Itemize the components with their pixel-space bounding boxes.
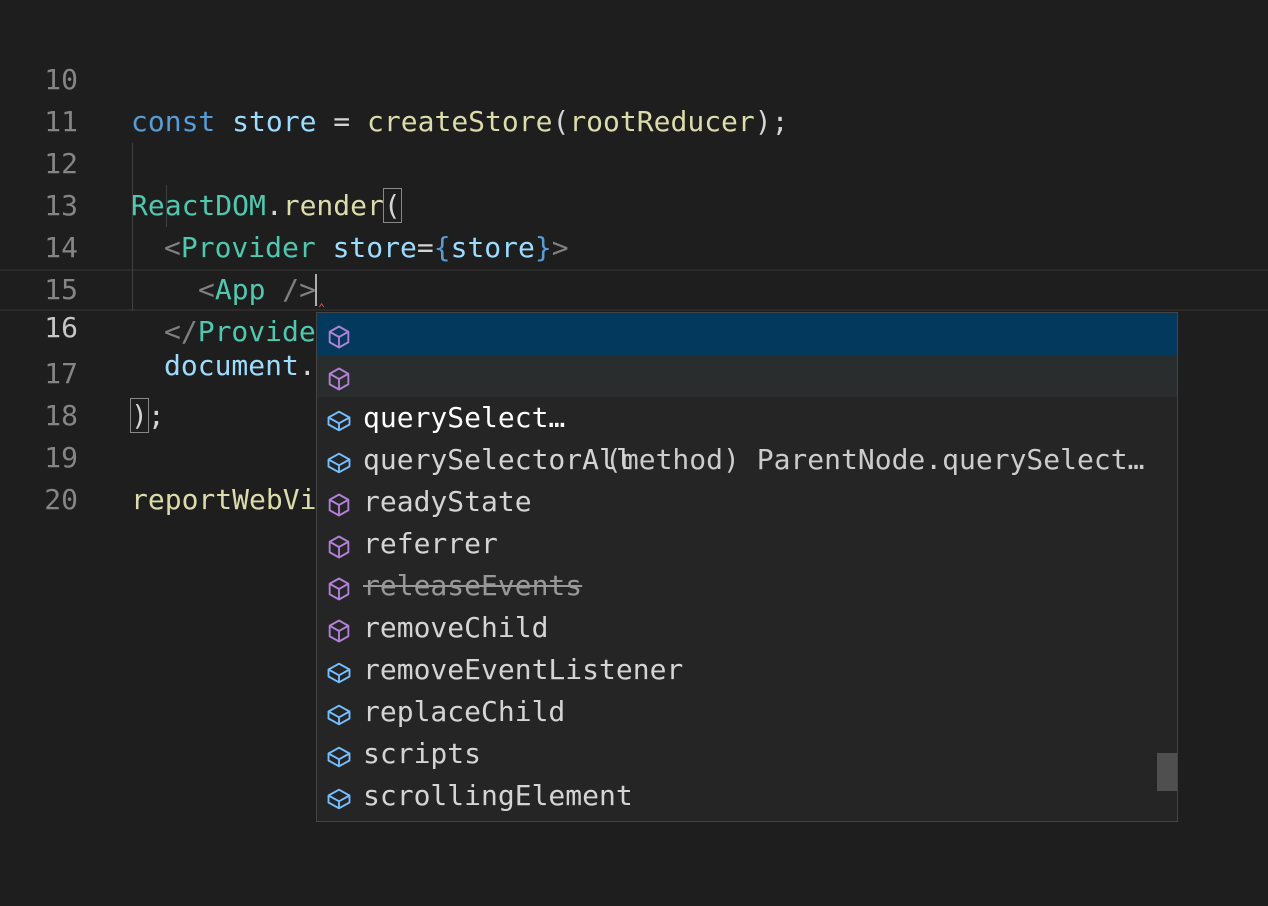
property-icon [325,699,353,727]
code-line[interactable]: 13 <Provider store={store}> [0,143,1268,264]
method-icon [325,321,353,349]
suggestion-item[interactable]: querySelect… (method) ParentNode.querySe… [317,313,1177,476]
property-icon [325,657,353,685]
suggestion-label: styleSheets [363,817,548,821]
function-name: reportWebVi [131,483,317,516]
indent-guide [166,185,167,227]
suggestion-item[interactable]: removeEventListener [317,565,1177,686]
property-icon [325,741,353,769]
code-line[interactable]: 12 ReactDOM.render( [0,101,1268,223]
line-number-fragment: ‾ [60,0,74,5]
indent-guide [132,143,133,311]
line-number: 20 [44,483,78,516]
method-icon [325,615,353,643]
suggestion-item[interactable]: releaseEvents [317,481,1177,602]
text-cursor [315,274,317,306]
method-icon [325,363,353,391]
method-icon [325,489,353,517]
suggestion-item[interactable]: replaceChild [317,607,1177,728]
property-icon [325,447,353,475]
suggestion-item[interactable]: scrollingElement [317,691,1177,812]
code-line[interactable]: 14 <App /> [0,185,1268,306]
code-line[interactable]: 11 [0,59,1268,138]
property-icon [325,405,353,433]
suggestion-item[interactable]: referrer [317,439,1177,560]
code-line[interactable]: 10 const store = createStore(rootReducer… [0,17,1268,138]
suggestion-item[interactable]: removeChild [317,523,1177,644]
property-icon [325,783,353,811]
suggest-widget[interactable]: querySelect… (method) ParentNode.querySe… [316,312,1178,822]
method-icon [325,531,353,559]
scrollbar-thumb[interactable] [1157,753,1177,791]
code-text: reportWebVi [131,479,316,521]
suggestion-item[interactable]: querySelectorAll [317,355,1177,476]
suggestion-item[interactable]: scripts [317,649,1177,770]
code-line-current[interactable]: 16 document., [0,269,1268,382]
method-icon [325,573,353,601]
suggestion-item[interactable]: textContent [317,775,1177,817]
suggestion-item[interactable]: styleSheets [317,733,1177,775]
suggestion-item[interactable]: readyState [317,397,1177,518]
code-line[interactable]: 15 </Provider>, [0,227,1268,348]
